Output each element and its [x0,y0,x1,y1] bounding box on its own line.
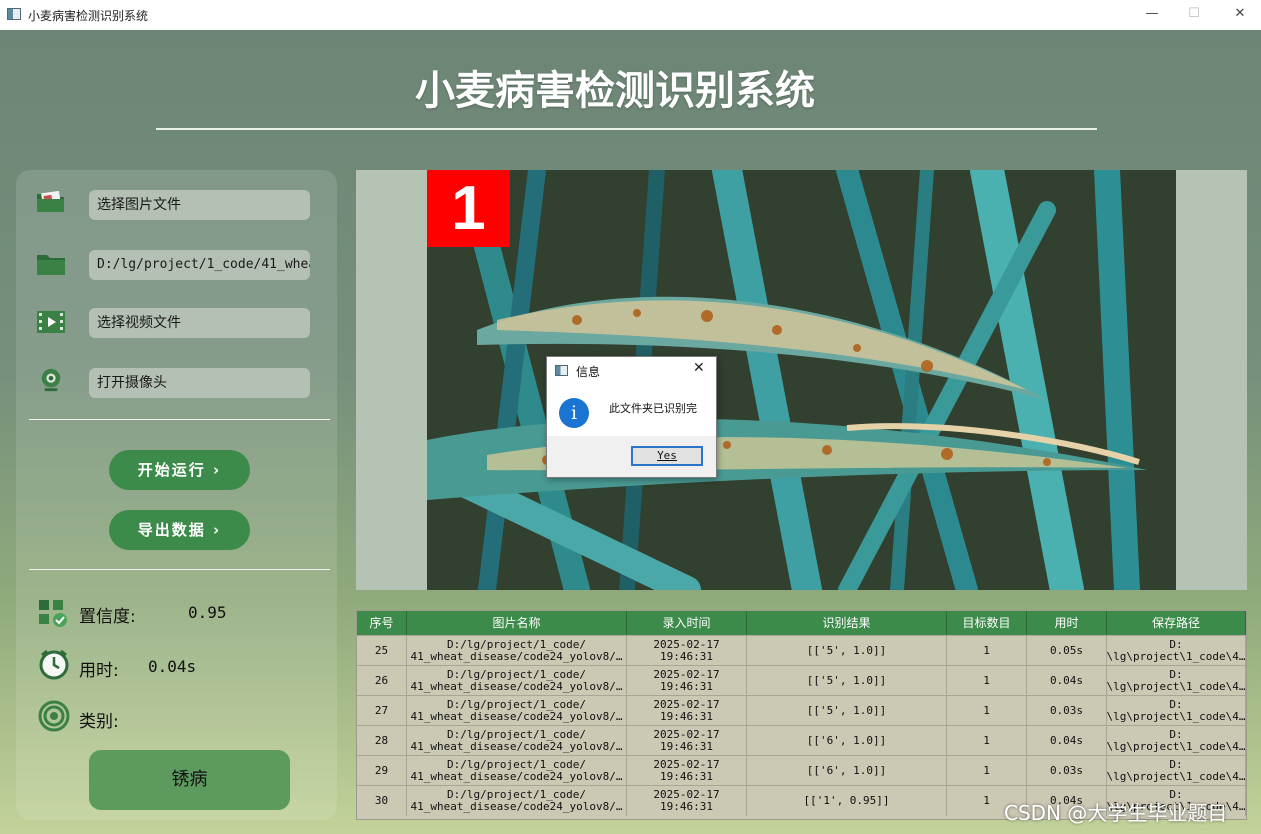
cell-duration: 0.03s [1027,756,1107,786]
cell-duration: 0.04s [1027,666,1107,696]
cell-image-name: D:/lg/project/1_code/ 41_wheat_disease/c… [407,696,627,726]
panel-divider-bottom [29,569,330,570]
dialog-footer: Yes [547,436,716,477]
cell-image-name: D:/lg/project/1_code/ 41_wheat_disease/c… [407,756,627,786]
page-title: 小麦病害检测识别系统 [415,68,815,114]
target-icon [38,700,70,732]
cell-duration: 0.04s [1027,726,1107,756]
select-video-button[interactable]: 选择视频文件 [89,308,310,338]
confidence-icon [39,600,67,627]
cell-result: [['5', 1.0]] [747,636,947,666]
dialog-close-button[interactable]: ✕ [693,360,705,376]
cell-save-path: D: \lg\project\1_code\4… [1107,696,1246,726]
cell-time: 2025-02-17 19:46:31 [627,636,747,666]
cell-index: 25 [357,636,407,666]
cell-image-name: D:/lg/project/1_code/ 41_wheat_disease/c… [407,786,627,816]
cell-count: 1 [947,636,1027,666]
csdn-watermark: CSDN @大学生毕业题目 [1004,801,1228,825]
cell-duration: 0.03s [1027,696,1107,726]
detection-count-badge: 1 [427,170,510,247]
class-result: 锈病 [89,750,290,810]
yes-button[interactable]: Yes [631,446,703,466]
table-header: 序号 图片名称 录入时间 识别结果 目标数目 用时 保存路径 [357,611,1246,635]
cell-save-path: D: \lg\project\1_code\4… [1107,756,1246,786]
cell-result: [['6', 1.0]] [747,726,947,756]
col-header-index[interactable]: 序号 [357,611,407,635]
col-header-save-path[interactable]: 保存路径 [1107,611,1246,635]
class-label: 类别: [79,712,119,732]
cell-count: 1 [947,726,1027,756]
cell-time: 2025-02-17 19:46:31 [627,726,747,756]
cell-image-name: D:/lg/project/1_code/ 41_wheat_disease/c… [407,726,627,756]
cell-save-path: D: \lg\project\1_code\4… [1107,636,1246,666]
table-row[interactable]: 25 D:/lg/project/1_code/ 41_wheat_disease… [357,635,1246,666]
cell-result: [['1', 0.95]] [747,786,947,816]
title-divider [156,128,1097,130]
col-header-time[interactable]: 录入时间 [627,611,747,635]
cell-count: 1 [947,666,1027,696]
cell-count: 1 [947,756,1027,786]
cell-time: 2025-02-17 19:46:31 [627,696,747,726]
cell-index: 28 [357,726,407,756]
clock-icon [39,649,69,680]
col-header-image-name[interactable]: 图片名称 [407,611,627,635]
col-header-result[interactable]: 识别结果 [747,611,947,635]
confidence-value: 0.95 [188,603,227,622]
dialog-title: 信息 [576,365,601,379]
cell-time: 2025-02-17 19:46:31 [627,756,747,786]
cell-result: [['6', 1.0]] [747,756,947,786]
cell-index: 26 [357,666,407,696]
results-table: 序号 图片名称 录入时间 识别结果 目标数目 用时 保存路径 25 D:/lg/p… [356,610,1247,820]
window-title: 小麦病害检测识别系统 [28,9,149,23]
cell-index: 30 [357,786,407,816]
folder-icon [37,255,65,275]
close-window-button[interactable]: ✕ [1228,4,1252,24]
cell-result: [['5', 1.0]] [747,666,947,696]
col-header-count[interactable]: 目标数目 [947,611,1027,635]
table-row[interactable]: 28 D:/lg/project/1_code/ 41_wheat_disease… [357,725,1246,756]
time-value: 0.04s [148,657,197,676]
minimize-button[interactable]: — [1140,4,1164,24]
panel-divider-top [29,419,330,420]
cell-index: 27 [357,696,407,726]
cell-count: 1 [947,696,1027,726]
wheat-leaf-photo [427,170,1176,590]
cell-index: 29 [357,756,407,786]
folder-path-field[interactable]: D:/lg/project/1_code/41_wheat [89,250,310,280]
info-dialog: 信息 ✕ i 此文件夹已识别完 Yes [546,356,717,478]
cell-duration: 0.05s [1027,636,1107,666]
maximize-button[interactable]: ☐ [1182,4,1206,24]
table-row[interactable]: 29 D:/lg/project/1_code/ 41_wheat_disease… [357,755,1246,786]
camera-icon [41,368,61,392]
cell-result: [['5', 1.0]] [747,696,947,726]
window-titlebar: 小麦病害检测识别系统 — ☐ ✕ [0,0,1261,30]
confidence-label: 置信度: [79,607,136,627]
info-icon: i [559,398,589,428]
select-image-button[interactable]: 选择图片文件 [89,190,310,220]
image-display: 1 [356,170,1247,590]
cell-image-name: D:/lg/project/1_code/ 41_wheat_disease/c… [407,666,627,696]
video-icon [37,311,65,333]
cell-time: 2025-02-17 19:46:31 [627,786,747,816]
open-camera-button[interactable]: 打开摄像头 [89,368,310,398]
image-folder-icon [37,190,64,212]
cell-time: 2025-02-17 19:46:31 [627,666,747,696]
cell-save-path: D: \lg\project\1_code\4… [1107,726,1246,756]
dialog-message: 此文件夹已识别完 [609,402,697,415]
table-row[interactable]: 26 D:/lg/project/1_code/ 41_wheat_disease… [357,665,1246,696]
cell-image-name: D:/lg/project/1_code/ 41_wheat_disease/c… [407,636,627,666]
export-button[interactable]: 导出数据 › [109,510,250,550]
table-row[interactable]: 27 D:/lg/project/1_code/ 41_wheat_disease… [357,695,1246,726]
app-icon [7,8,21,20]
time-label: 用时: [79,661,119,681]
run-button[interactable]: 开始运行 › [109,450,250,490]
dialog-app-icon [555,365,568,376]
cell-save-path: D: \lg\project\1_code\4… [1107,666,1246,696]
col-header-duration[interactable]: 用时 [1027,611,1107,635]
